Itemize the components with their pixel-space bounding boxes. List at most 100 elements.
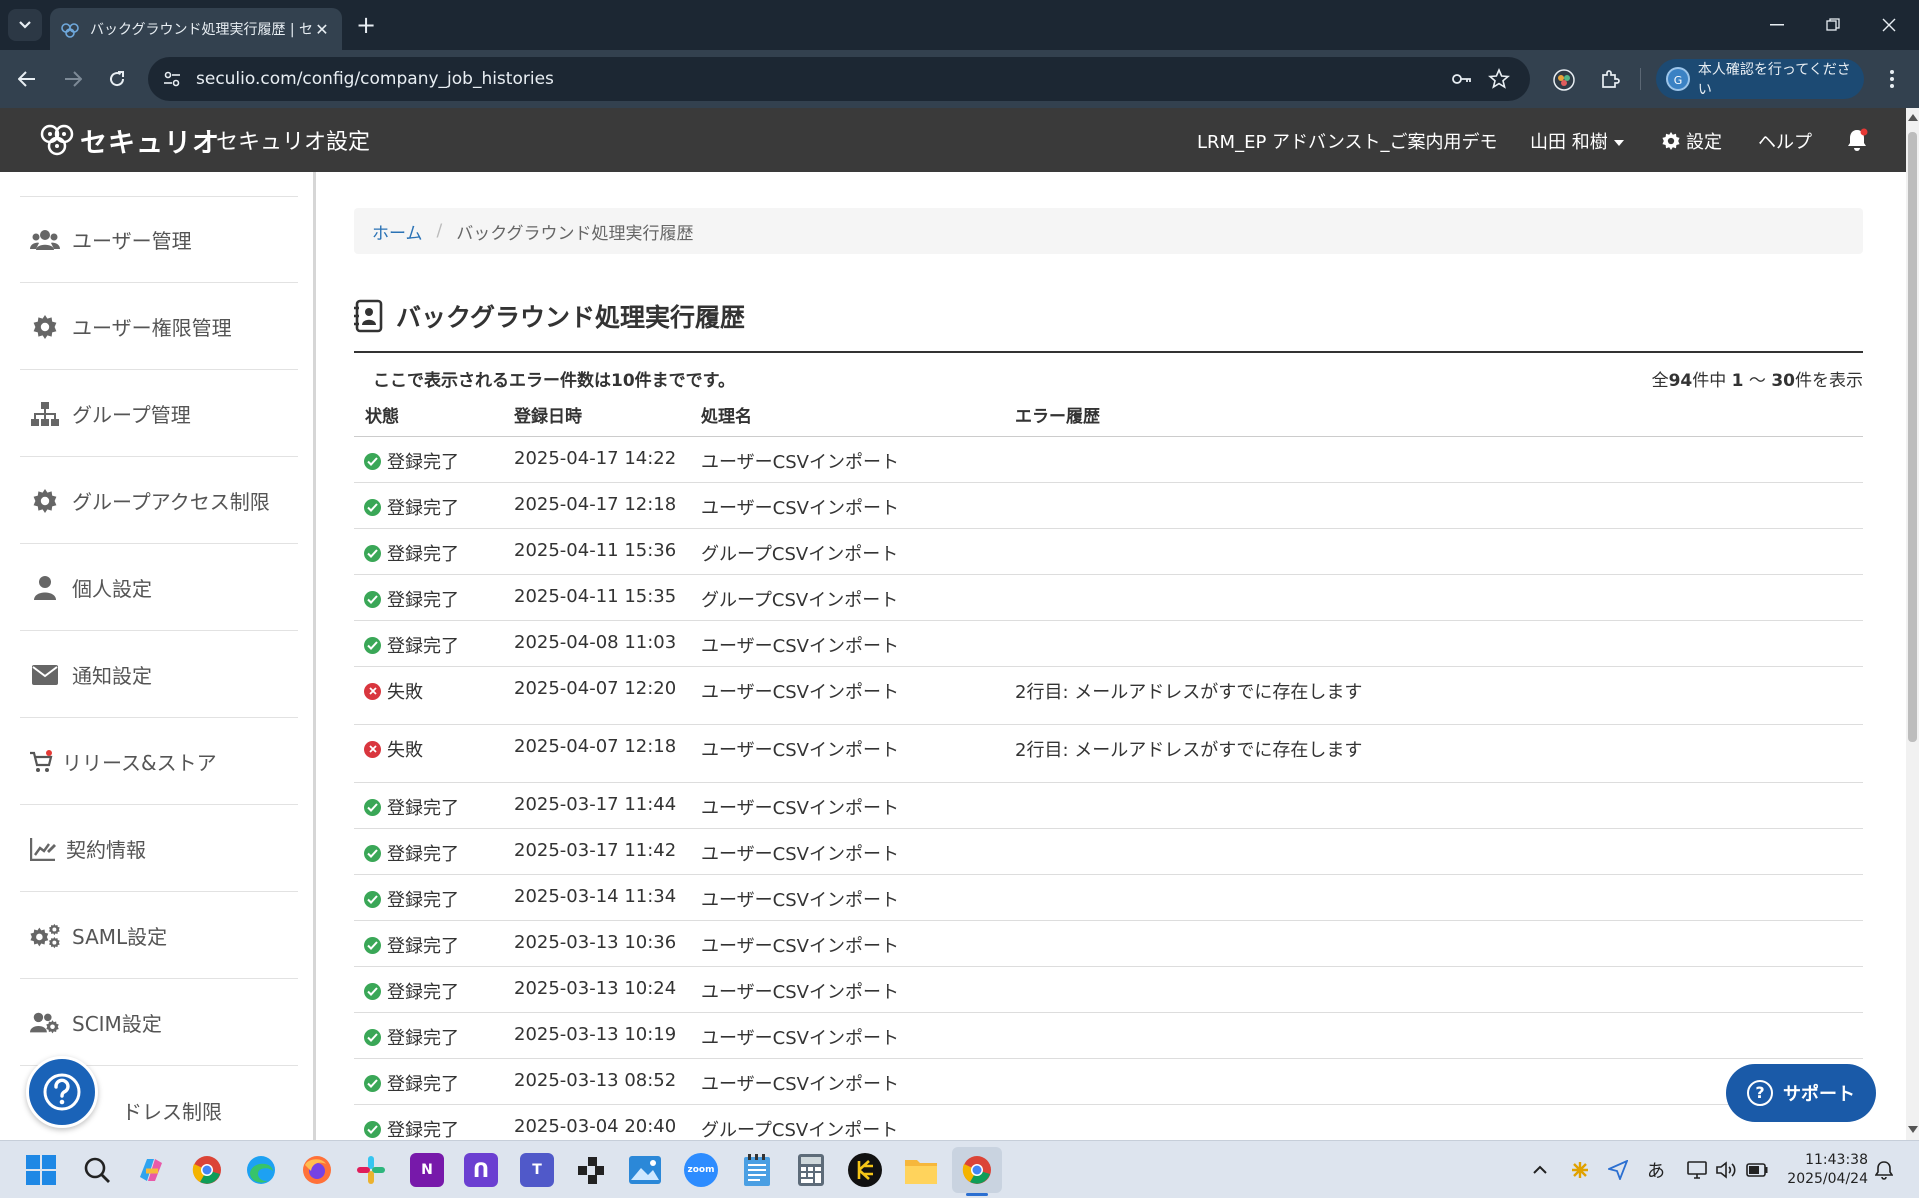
breadcrumb-home-link[interactable]: ホーム xyxy=(372,219,423,244)
chevron-up-icon[interactable] xyxy=(1529,1159,1551,1181)
status-text: 登録完了 xyxy=(387,844,459,865)
tab-search-button[interactable] xyxy=(8,9,42,41)
sidebar-item-label: SCIM設定 xyxy=(72,1012,162,1036)
scroll-up-icon[interactable] xyxy=(1908,114,1918,121)
error-cell: 2行目: メールアドレスがすでに存在します xyxy=(1015,740,1363,761)
more-vert-icon[interactable] xyxy=(1880,67,1904,91)
photos-icon[interactable] xyxy=(628,1153,662,1187)
bell-icon[interactable] xyxy=(1846,128,1868,152)
settings-link[interactable]: 設定 xyxy=(1662,128,1722,154)
date-cell: 2025-03-13 10:19 xyxy=(514,1024,677,1045)
sidebar-item-contract[interactable]: 契約情報 xyxy=(20,806,298,892)
restore-button[interactable] xyxy=(1806,0,1860,50)
browser-tab-active[interactable]: バックグラウンド処理実行履歴 | セキ ✕ xyxy=(50,8,342,50)
table-row: 登録完了 2025-04-11 15:35 グループCSVインポート xyxy=(354,575,1863,621)
sidebar-item-user-permissions[interactable]: ユーザー権限管理 xyxy=(20,284,298,370)
error-limit-notice: ここで表示されるエラー件数は10件までです。 xyxy=(373,371,735,391)
sidebar-item-groups[interactable]: グループ管理 xyxy=(20,371,298,457)
notion-like-app-icon[interactable]: ᑎ xyxy=(464,1153,498,1187)
sidebar-item-notifications[interactable]: 通知設定 xyxy=(20,632,298,718)
status-text: 登録完了 xyxy=(387,798,459,819)
sidebar-item-release-store[interactable]: リリース&ストア xyxy=(20,719,298,805)
help-fab-button[interactable] xyxy=(26,1056,98,1128)
table-row: 失敗 2025-04-07 12:18 ユーザーCSVインポート 2行目: メールアド… xyxy=(354,725,1863,783)
sidebar-item-scim[interactable]: SCIM設定 xyxy=(20,980,298,1066)
date-cell: 2025-03-17 11:42 xyxy=(514,840,677,861)
star-icon[interactable] xyxy=(1488,68,1510,90)
forward-button[interactable] xyxy=(56,62,90,96)
user-name: 山田 和樹 xyxy=(1530,132,1608,153)
close-icon xyxy=(1882,18,1896,32)
count-mid: 件中 xyxy=(1692,371,1732,391)
slack-icon[interactable] xyxy=(354,1153,388,1187)
notepad-icon[interactable] xyxy=(740,1153,774,1187)
firefox-icon[interactable] xyxy=(300,1153,334,1187)
help-link[interactable]: ヘルプ xyxy=(1758,128,1812,154)
date-cell: 2025-04-07 12:20 xyxy=(514,678,677,699)
logo[interactable]: セキュリオ xyxy=(38,122,220,159)
sidebar-item-group-access[interactable]: グループアクセス制限 xyxy=(20,458,298,544)
site-settings-icon xyxy=(164,71,180,87)
battery-icon[interactable] xyxy=(1746,1159,1768,1181)
ime-indicator[interactable]: あ xyxy=(1645,1159,1667,1182)
scroll-down-icon[interactable] xyxy=(1908,1126,1918,1133)
send-icon[interactable] xyxy=(1607,1159,1629,1181)
keeper-icon[interactable] xyxy=(848,1153,882,1187)
table-row: 登録完了 2025-03-13 10:36 ユーザーCSVインポート xyxy=(354,921,1863,967)
column-header-status: 状態 xyxy=(365,407,399,427)
minimize-button[interactable] xyxy=(1750,0,1804,50)
gear-icon xyxy=(30,313,60,341)
date-cell: 2025-04-11 15:35 xyxy=(514,586,677,607)
network-icon[interactable] xyxy=(1686,1159,1708,1181)
org-name[interactable]: LRM_EP アドバンスト_ご案内用デモ xyxy=(1197,128,1498,154)
onenote-icon[interactable]: N xyxy=(410,1153,444,1187)
page-scrollbar[interactable] xyxy=(1906,108,1919,1140)
volume-icon[interactable] xyxy=(1716,1159,1738,1181)
date-cell: 2025-03-13 08:52 xyxy=(514,1070,677,1091)
user-menu[interactable]: 山田 和樹 xyxy=(1530,128,1624,154)
status-text: 登録完了 xyxy=(387,1120,459,1141)
address-bar[interactable]: seculio.com/config/company_job_histories xyxy=(148,57,1530,101)
file-explorer-icon[interactable] xyxy=(904,1153,938,1187)
edge-icon[interactable] xyxy=(244,1153,278,1187)
back-button[interactable] xyxy=(10,62,44,96)
support-button[interactable]: ? サポート xyxy=(1726,1064,1876,1122)
scroll-thumb[interactable] xyxy=(1908,132,1917,742)
column-header-date: 登録日時 xyxy=(514,407,582,427)
table-row: 登録完了 2025-04-17 14:22 ユーザーCSVインポート xyxy=(354,437,1863,483)
key-icon[interactable] xyxy=(1450,68,1472,90)
status-cell: 登録完了 xyxy=(364,794,459,820)
sidebar-item-saml[interactable]: SAML設定 xyxy=(20,893,298,979)
reload-icon xyxy=(110,71,125,87)
reload-button[interactable] xyxy=(100,62,134,96)
taskbar-clock[interactable]: 11:43:38 2025/04/24 xyxy=(1768,1151,1868,1189)
tab-close-icon[interactable]: ✕ xyxy=(312,20,332,39)
zoom-icon[interactable]: zoom xyxy=(684,1153,718,1187)
windows-start-icon[interactable] xyxy=(24,1153,58,1187)
snipping-tool-icon[interactable] xyxy=(574,1153,608,1187)
sidebar: ユーザー管理 ユーザー権限管理 グループ管理 グループアクセス制限 個人設定 通… xyxy=(0,172,316,1140)
new-tab-button[interactable]: + xyxy=(350,10,382,40)
date-cell: 2025-03-13 10:36 xyxy=(514,932,677,953)
sidebar-item-users[interactable]: ユーザー管理 xyxy=(20,197,298,283)
chrome-icon[interactable] xyxy=(190,1153,224,1187)
status-cell: 登録完了 xyxy=(364,1024,459,1050)
calculator-icon[interactable] xyxy=(794,1153,828,1187)
status-cell: 登録完了 xyxy=(364,586,459,612)
teams-icon[interactable]: T xyxy=(520,1153,554,1187)
count-tilde: ～ xyxy=(1743,371,1772,391)
copilot-icon[interactable] xyxy=(134,1153,168,1187)
search-icon[interactable] xyxy=(80,1153,114,1187)
status-text: 登録完了 xyxy=(387,498,459,519)
tray-app-icon[interactable] xyxy=(1569,1159,1591,1181)
notification-bell-icon[interactable] xyxy=(1873,1159,1895,1181)
sidebar-item-personal[interactable]: 個人設定 xyxy=(20,545,298,631)
chrome-active-icon[interactable] xyxy=(960,1153,994,1187)
extension-color-icon[interactable] xyxy=(1552,68,1576,92)
puzzle-icon[interactable] xyxy=(1598,68,1622,92)
gear-icon xyxy=(30,487,60,515)
status-cell: 登録完了 xyxy=(364,886,459,912)
close-window-button[interactable] xyxy=(1862,0,1916,50)
support-label: サポート xyxy=(1783,1084,1855,1105)
profile-button[interactable]: G 本人確認を行ってください xyxy=(1656,59,1864,99)
